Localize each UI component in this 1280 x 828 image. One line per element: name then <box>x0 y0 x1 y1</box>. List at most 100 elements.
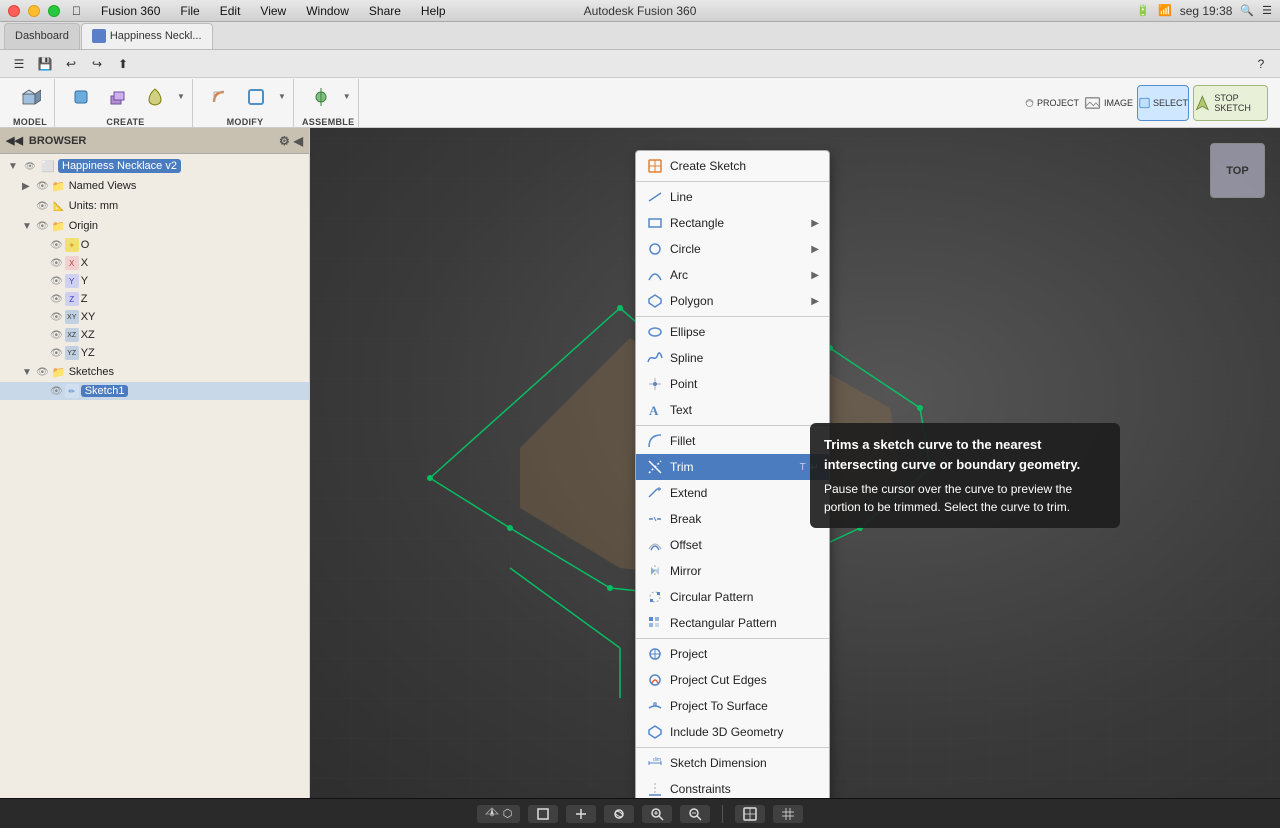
menu-offset[interactable]: Offset <box>636 532 829 558</box>
menu-trim[interactable]: Trim T ↵ <box>636 454 829 480</box>
menu-sketch-dimension[interactable]: dim Sketch Dimension <box>636 750 829 776</box>
visibility-icon-named-views[interactable]: 👁 <box>36 181 49 192</box>
select-button[interactable]: SELECT <box>1137 85 1189 121</box>
search-icon[interactable]: 🔍 <box>1240 4 1254 17</box>
frame-button[interactable] <box>528 805 558 823</box>
tree-item-sketches[interactable]: ▼ 👁 📁 Sketches <box>0 362 309 382</box>
menu-circular-pattern[interactable]: Circular Pattern <box>636 584 829 610</box>
minimize-button[interactable] <box>28 5 40 17</box>
visibility-icon-sketch1[interactable]: 👁 <box>50 386 63 397</box>
visibility-icon-xz[interactable]: 👁 <box>50 330 63 341</box>
view-cube[interactable]: TOP <box>1205 138 1270 203</box>
visibility-icon-z[interactable]: 👁 <box>50 294 63 305</box>
menu-text[interactable]: A Text <box>636 397 829 423</box>
menu-polygon[interactable]: Polygon ▶ <box>636 288 829 314</box>
tab-project[interactable]: Happiness Neckl... <box>81 23 213 49</box>
menu-break[interactable]: Break <box>636 506 829 532</box>
project-button[interactable]: PROJECT <box>1024 85 1079 121</box>
menu-file[interactable]: File <box>176 4 203 18</box>
assemble-dropdown-button[interactable]: ▼ <box>340 79 354 115</box>
visibility-icon-root[interactable]: 👁 <box>22 158 38 174</box>
tree-item-sketch1[interactable]: 👁 ✏ Sketch1 <box>0 382 309 400</box>
menu-ellipse[interactable]: Ellipse <box>636 319 829 345</box>
visibility-icon-yz[interactable]: 👁 <box>50 348 63 359</box>
tree-item-xy[interactable]: 👁 XY XY <box>0 308 309 326</box>
redo-button[interactable]: ↪ <box>86 53 108 75</box>
tree-arrow-origin[interactable]: ▼ <box>22 221 36 232</box>
visibility-icon-o[interactable]: 👁 <box>50 240 63 251</box>
tree-item-origin[interactable]: ▼ 👁 📁 Origin <box>0 216 309 236</box>
menu-extend[interactable]: Extend <box>636 480 829 506</box>
menu-spline[interactable]: Spline <box>636 345 829 371</box>
canvas-area[interactable]: TOP Create Sketch Line <box>310 128 1280 798</box>
image-button[interactable]: IMAGE <box>1083 85 1133 121</box>
menu-rectangle[interactable]: Rectangle ▶ <box>636 210 829 236</box>
undo-button[interactable]: ↩ <box>60 53 82 75</box>
menu-project[interactable]: Project <box>636 641 829 667</box>
pan-button[interactable] <box>566 805 596 823</box>
visibility-icon-origin[interactable]: 👁 <box>36 221 49 232</box>
visibility-icon-y[interactable]: 👁 <box>50 276 63 287</box>
create-dropdown-button[interactable]: ▼ <box>174 79 188 115</box>
hamburger-button[interactable]: ☰ <box>8 53 30 75</box>
extrude-button[interactable] <box>100 79 136 115</box>
revolve-button[interactable] <box>137 79 173 115</box>
visibility-icon-x[interactable]: 👁 <box>50 258 63 269</box>
tree-item-yz[interactable]: 👁 YZ YZ <box>0 344 309 362</box>
tree-item-x[interactable]: 👁 X X <box>0 254 309 272</box>
menu-include-3d[interactable]: Include 3D Geometry <box>636 719 829 745</box>
close-button[interactable] <box>8 5 20 17</box>
menu-view[interactable]: View <box>256 4 290 18</box>
visibility-icon-sketches[interactable]: 👁 <box>36 367 49 378</box>
tree-item-z[interactable]: 👁 Z Z <box>0 290 309 308</box>
menu-window[interactable]: Window <box>302 4 353 18</box>
tab-dashboard[interactable]: Dashboard <box>4 23 80 49</box>
menu-apple[interactable]:  <box>68 4 85 18</box>
save-button[interactable]: 💾 <box>34 53 56 75</box>
browser-collapse-icon[interactable]: ◀ <box>294 134 303 148</box>
stop-sketch-button[interactable]: STOP SKETCH <box>1193 85 1268 121</box>
menu-arc[interactable]: Arc ▶ <box>636 262 829 288</box>
menu-project-to-surface[interactable]: Project To Surface <box>636 693 829 719</box>
modify-dropdown-button[interactable]: ▼ <box>275 79 289 115</box>
menu-line[interactable]: Line <box>636 184 829 210</box>
tree-item-y[interactable]: 👁 Y Y <box>0 272 309 290</box>
menu-edit[interactable]: Edit <box>216 4 245 18</box>
fillet-button[interactable] <box>201 79 237 115</box>
menu-project-cut-edges[interactable]: Project Cut Edges <box>636 667 829 693</box>
browser-search-icon[interactable]: ⚙ <box>279 134 290 148</box>
tree-item-named-views[interactable]: ▶ 👁 📁 Named Views <box>0 176 309 196</box>
visibility-icon-xy[interactable]: 👁 <box>50 312 63 323</box>
grid-button[interactable] <box>773 805 803 823</box>
menu-share[interactable]: Share <box>365 4 405 18</box>
joint-button[interactable] <box>303 79 339 115</box>
tree-arrow-named-views[interactable]: ▶ <box>22 181 36 192</box>
navigate-button[interactable]: ⬡ <box>477 805 521 823</box>
tree-item-xz[interactable]: 👁 XZ XZ <box>0 326 309 344</box>
tree-item-units[interactable]: 👁 📐 Units: mm <box>0 196 309 216</box>
create-body-button[interactable] <box>63 79 99 115</box>
maximize-button[interactable] <box>48 5 60 17</box>
tree-arrow-root[interactable]: ▼ <box>8 161 22 172</box>
menu-fillet[interactable]: Fillet <box>636 428 829 454</box>
menu-create-sketch[interactable]: Create Sketch <box>636 153 829 179</box>
zoom-out-button[interactable] <box>680 805 710 823</box>
menu-circle[interactable]: Circle ▶ <box>636 236 829 262</box>
menu-fusion[interactable]: Fusion 360 <box>97 4 164 18</box>
menu-rectangular-pattern[interactable]: Rectangular Pattern <box>636 610 829 636</box>
model-cube-button[interactable] <box>12 79 48 115</box>
share-button[interactable]: ⬆ <box>112 53 134 75</box>
visibility-icon-units[interactable]: 👁 <box>36 201 49 212</box>
view-cube-top-face[interactable]: TOP <box>1210 143 1265 198</box>
display-mode-button[interactable] <box>735 805 765 823</box>
tree-arrow-sketches[interactable]: ▼ <box>22 367 36 378</box>
menu-help[interactable]: Help <box>417 4 450 18</box>
menu-constraints[interactable]: Constraints <box>636 776 829 798</box>
shell-button[interactable] <box>238 79 274 115</box>
menu-point[interactable]: Point <box>636 371 829 397</box>
tree-item-o[interactable]: 👁 ✦ O <box>0 236 309 254</box>
menu-mirror[interactable]: Mirror <box>636 558 829 584</box>
help-button[interactable]: ? <box>1250 53 1272 75</box>
orbit-button[interactable] <box>604 805 634 823</box>
tree-item-root[interactable]: ▼ 👁 ⬜ Happiness Necklace v2 <box>0 156 309 176</box>
